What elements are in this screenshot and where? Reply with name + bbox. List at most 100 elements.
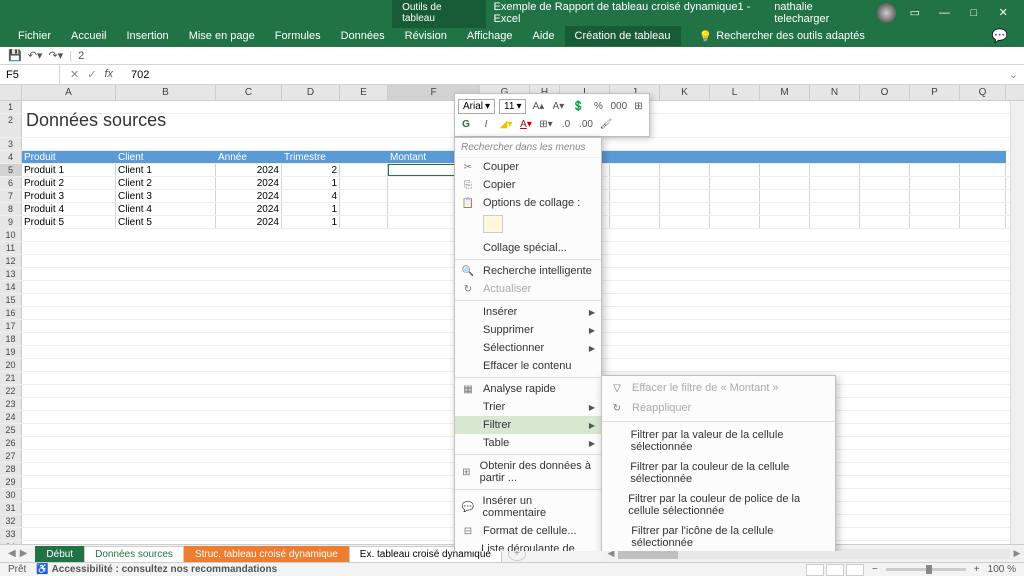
cell[interactable] (116, 255, 216, 267)
cell[interactable] (960, 229, 1006, 241)
cell[interactable] (22, 476, 116, 488)
menu-insert-comment[interactable]: 💬Insérer un commentaire (455, 492, 601, 522)
cell[interactable] (216, 398, 282, 410)
row-header[interactable]: 29 (0, 476, 22, 488)
cell[interactable] (216, 255, 282, 267)
merge-icon[interactable]: ⊞ (630, 101, 646, 112)
cell[interactable] (810, 177, 860, 189)
cell[interactable]: 2 (282, 164, 340, 176)
cell[interactable] (22, 502, 116, 514)
cell[interactable] (860, 229, 910, 241)
sheet-tab-pivot-struct[interactable]: Struc. tableau croisé dynamique (184, 546, 349, 562)
cell[interactable] (860, 502, 910, 514)
cell[interactable] (340, 463, 388, 475)
tab-help[interactable]: Aide (522, 26, 564, 46)
cell[interactable]: Produit 3 (22, 190, 116, 202)
borders-icon[interactable]: ⊞▾ (538, 119, 554, 130)
font-color-icon[interactable]: A▾ (518, 119, 534, 130)
cell[interactable] (216, 346, 282, 358)
cell[interactable] (760, 203, 810, 215)
cell[interactable] (282, 101, 340, 113)
cell[interactable] (22, 138, 116, 150)
ribbon-display-options[interactable]: ▭ (904, 3, 925, 23)
cell[interactable] (860, 138, 910, 150)
cell[interactable] (860, 307, 910, 319)
cell[interactable] (860, 424, 910, 436)
italic-icon[interactable]: I (478, 119, 494, 130)
cell[interactable] (910, 411, 960, 423)
row-header[interactable]: 1 (0, 101, 22, 113)
cell[interactable] (810, 101, 860, 113)
cell[interactable] (810, 203, 860, 215)
cell[interactable] (860, 489, 910, 501)
cell[interactable] (910, 203, 960, 215)
row-header[interactable]: 27 (0, 450, 22, 462)
cell[interactable] (116, 528, 216, 540)
cell[interactable]: Produit 1 (22, 164, 116, 176)
share-icon[interactable]: 💬 (992, 28, 1016, 44)
cell[interactable] (960, 216, 1006, 228)
cell[interactable]: 1 (282, 216, 340, 228)
tab-insert[interactable]: Insertion (116, 26, 178, 46)
cell[interactable] (710, 177, 760, 189)
cell[interactable] (22, 242, 116, 254)
cell[interactable] (282, 138, 340, 150)
cell[interactable] (860, 528, 910, 540)
cell[interactable] (860, 190, 910, 202)
cell[interactable]: 2024 (216, 190, 282, 202)
cell[interactable] (610, 216, 660, 228)
cell[interactable] (610, 281, 660, 293)
percent-icon[interactable]: % (590, 101, 606, 112)
cell[interactable] (610, 294, 660, 306)
cell[interactable] (340, 268, 388, 280)
cell[interactable]: Client 3 (116, 190, 216, 202)
tab-view[interactable]: Affichage (457, 26, 523, 46)
cell[interactable] (810, 151, 860, 163)
cell[interactable] (22, 528, 116, 540)
cell[interactable] (610, 190, 660, 202)
cell[interactable] (216, 450, 282, 462)
cell[interactable] (810, 307, 860, 319)
cell[interactable] (216, 372, 282, 384)
cell[interactable] (216, 437, 282, 449)
cell[interactable]: Produit 4 (22, 203, 116, 215)
column-header-M[interactable]: M (760, 85, 810, 100)
paste-button[interactable] (483, 215, 503, 233)
cell[interactable] (610, 268, 660, 280)
cell[interactable] (282, 450, 340, 462)
enter-icon[interactable]: ✓ (87, 68, 96, 81)
vertical-scrollbar[interactable] (1010, 101, 1024, 551)
cell[interactable] (710, 229, 760, 241)
cell[interactable] (960, 268, 1006, 280)
cell[interactable] (960, 281, 1006, 293)
cell[interactable] (282, 528, 340, 540)
cell[interactable] (340, 411, 388, 423)
cell[interactable] (960, 359, 1006, 371)
cell[interactable] (22, 359, 116, 371)
fx-icon[interactable]: fx (104, 68, 113, 81)
cell[interactable] (860, 242, 910, 254)
cell[interactable] (282, 333, 340, 345)
cell[interactable]: Client 1 (116, 164, 216, 176)
cell[interactable] (660, 138, 710, 150)
row-header[interactable]: 4 (0, 151, 22, 163)
cell[interactable] (282, 476, 340, 488)
cell[interactable] (910, 242, 960, 254)
cell[interactable] (660, 203, 710, 215)
cell[interactable] (282, 489, 340, 501)
cell[interactable] (660, 268, 710, 280)
row-header[interactable]: 6 (0, 177, 22, 189)
cell[interactable] (810, 229, 860, 241)
cell[interactable] (116, 463, 216, 475)
cell[interactable] (810, 138, 860, 150)
tab-table-design[interactable]: Création de tableau (565, 26, 681, 46)
cell[interactable] (710, 101, 760, 113)
tab-review[interactable]: Révision (395, 26, 457, 46)
cell[interactable] (216, 463, 282, 475)
cell[interactable] (610, 203, 660, 215)
cell[interactable] (282, 229, 340, 241)
cell[interactable] (960, 437, 1006, 449)
cell[interactable] (660, 101, 710, 113)
cell[interactable] (216, 489, 282, 501)
cell[interactable] (660, 151, 710, 163)
